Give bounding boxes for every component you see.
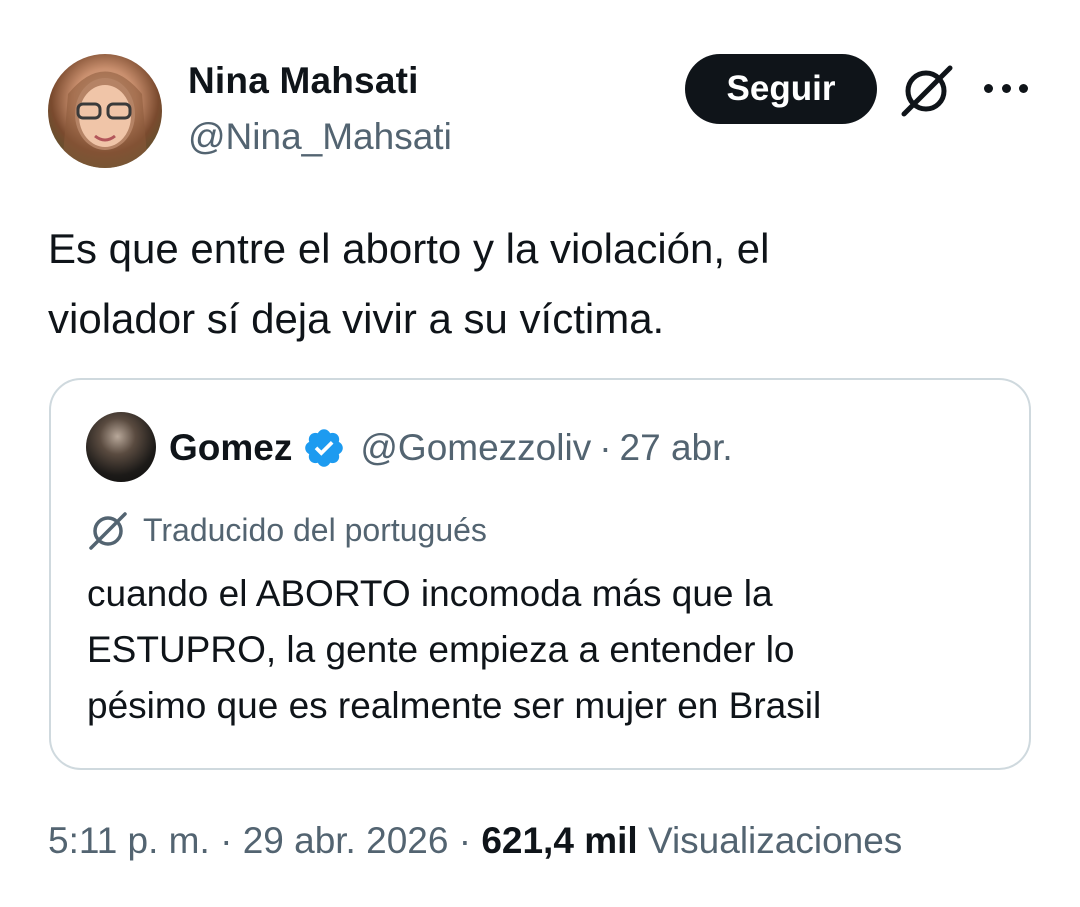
more-dot xyxy=(984,83,993,93)
tweet-meta: 5:11 p. m. · 29 abr. 2026 · 621,4 mil Vi… xyxy=(48,820,902,862)
tweet-text-line: violador sí deja vivir a su víctima. xyxy=(48,295,665,342)
verified-badge-icon xyxy=(305,429,344,467)
follow-button[interactable]: Seguir xyxy=(685,54,877,124)
tweet: Nina Mahsati @Nina_Mahsati Seguir Es que… xyxy=(0,0,1080,907)
more-dot xyxy=(1001,83,1011,93)
tweet-text-line: Es que entre el aborto y la violación, e… xyxy=(48,225,770,272)
meta-separator: · xyxy=(209,820,243,861)
author-handle[interactable]: @Nina_Mahsati xyxy=(188,116,452,158)
author-name[interactable]: Nina Mahsati xyxy=(188,60,419,102)
grok-icon[interactable] xyxy=(898,62,956,118)
quoted-header: Gomez @Gomezzoliv · 27 abr. xyxy=(169,426,733,470)
translation-notice[interactable]: Traducido del portugués xyxy=(87,508,487,552)
quoted-text-line: ESTUPRO, la gente empieza a entender lo xyxy=(87,629,795,670)
quoted-separator: · xyxy=(599,427,612,468)
quoted-tweet[interactable]: Gomez @Gomezzoliv · 27 abr. Traducido de… xyxy=(49,378,1031,770)
quoted-text: cuando el ABORTO incomoda más que la EST… xyxy=(87,566,997,734)
tweet-text: Es que entre el aborto y la violación, e… xyxy=(48,214,1038,354)
quoted-author-avatar[interactable] xyxy=(86,412,156,482)
quoted-date[interactable]: 27 abr. xyxy=(620,427,733,469)
quoted-author-handle[interactable]: @Gomezzoliv xyxy=(360,427,591,469)
author-avatar-image xyxy=(62,71,148,168)
quoted-text-line: cuando el ABORTO incomoda más que la xyxy=(87,573,773,614)
tweet-time[interactable]: 5:11 p. m. xyxy=(48,820,210,861)
author-avatar[interactable] xyxy=(48,54,162,168)
grok-icon xyxy=(89,512,127,550)
quoted-text-line: pésimo que es realmente ser mujer en Bra… xyxy=(87,685,822,726)
quoted-author-name[interactable]: Gomez xyxy=(169,427,292,469)
more-options-icon[interactable] xyxy=(984,76,1028,100)
views-label: Visualizaciones xyxy=(647,820,903,861)
views-count: 621,4 mil xyxy=(481,820,638,861)
meta-separator: · xyxy=(448,820,482,861)
translation-label: Traducido del portugués xyxy=(143,511,487,548)
tweet-date[interactable]: 29 abr. 2026 xyxy=(243,820,449,861)
more-dot xyxy=(1019,83,1028,93)
